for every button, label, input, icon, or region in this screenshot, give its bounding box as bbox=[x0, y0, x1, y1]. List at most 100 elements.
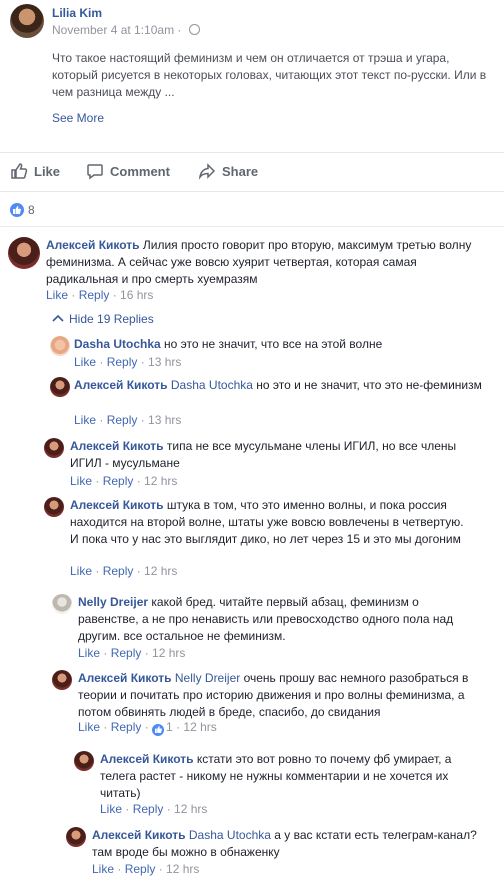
commenter-avatar[interactable] bbox=[50, 377, 70, 397]
comment: Nelly Dreijer какой бред. читайте первый… bbox=[52, 594, 492, 666]
comment-body: Алексей Кикоть Dasha Utochka но это и не… bbox=[74, 377, 484, 394]
comment-reply-link[interactable]: Reply bbox=[79, 288, 110, 302]
commenter-avatar[interactable] bbox=[74, 751, 94, 771]
commenter-name[interactable]: Алексей Кикоть bbox=[70, 498, 164, 512]
see-more-link[interactable]: See More bbox=[52, 111, 104, 125]
comment-reply-link[interactable]: Reply bbox=[107, 355, 138, 369]
reactions-count: 8 bbox=[28, 203, 35, 217]
commenter-avatar[interactable] bbox=[44, 438, 64, 458]
comment: Алексей Кикоть Dasha Utochka но это и не… bbox=[50, 377, 490, 432]
comment-body: Dasha Utochka но это не значит, что все … bbox=[74, 336, 484, 353]
comment: Алексей Кикоть кстати это вот ровно то п… bbox=[74, 751, 494, 821]
comment-time[interactable]: 12 hrs bbox=[166, 862, 199, 876]
comment-mention[interactable]: Dasha Utochka bbox=[189, 828, 271, 842]
post-header: Lilia Kim November 4 at 1:10am · bbox=[10, 4, 490, 44]
comment-reply-link[interactable]: Reply bbox=[103, 474, 134, 488]
commenter-avatar[interactable] bbox=[50, 336, 70, 356]
divider bbox=[0, 226, 504, 227]
comment-like-link[interactable]: Like bbox=[74, 413, 96, 427]
commenter-name[interactable]: Алексей Кикоть bbox=[46, 238, 140, 252]
comment-time[interactable]: 16 hrs bbox=[120, 288, 153, 302]
commenter-name[interactable]: Алексей Кикоть bbox=[70, 439, 164, 453]
comment-like-link[interactable]: Like bbox=[92, 862, 114, 876]
comment-reply-link[interactable]: Reply bbox=[111, 646, 142, 660]
globe-icon bbox=[188, 24, 200, 35]
comment: Алексей Кикоть Лилия просто говорит про … bbox=[8, 237, 498, 307]
commenter-name[interactable]: Алексей Кикоть bbox=[78, 671, 172, 685]
commenter-avatar[interactable] bbox=[52, 670, 72, 690]
comment-footer: Like · Reply · 12 hrs bbox=[78, 646, 186, 660]
comment-time[interactable]: 12 hrs bbox=[144, 474, 177, 488]
comment-like-link[interactable]: Like bbox=[78, 720, 100, 734]
hide-replies-label: Hide 19 Replies bbox=[69, 312, 154, 326]
comment-like-link[interactable]: Like bbox=[100, 802, 122, 816]
comment-like-link[interactable]: Like bbox=[74, 355, 96, 369]
comment-icon bbox=[87, 164, 103, 180]
like-button[interactable]: Like bbox=[10, 162, 60, 180]
comment-body: Алексей Кикоть типа не все мусульмане чл… bbox=[70, 438, 480, 472]
comment-reply-link[interactable]: Reply bbox=[103, 564, 134, 578]
comment-footer: Like · Reply · 16 hrs bbox=[46, 288, 154, 302]
comment-body: Алексей Кикоть Nelly Dreijer очень прошу… bbox=[78, 670, 478, 721]
comment-button[interactable]: Comment bbox=[86, 162, 170, 180]
comment-like-link[interactable]: Like bbox=[70, 474, 92, 488]
post-text: Что такое настоящий феминизм и чем он от… bbox=[52, 51, 487, 99]
commenter-avatar[interactable] bbox=[66, 827, 86, 847]
like-reaction-icon bbox=[152, 723, 165, 736]
share-button-label: Share bbox=[222, 163, 259, 179]
comment-time[interactable]: 12 hrs bbox=[152, 646, 185, 660]
comment-text: но это не значит, что все на этой волне bbox=[164, 337, 383, 351]
post-meta: November 4 at 1:10am · bbox=[52, 23, 200, 37]
comment-like-count[interactable]: 1 bbox=[166, 720, 173, 734]
comment-body: Алексей Кикоть Лилия просто говорит про … bbox=[46, 237, 486, 288]
comment-button-label: Comment bbox=[110, 163, 170, 179]
like-reaction-icon bbox=[10, 203, 24, 217]
comment-reply-link[interactable]: Reply bbox=[111, 720, 142, 734]
author-avatar[interactable] bbox=[10, 4, 44, 38]
comment-body: Nelly Dreijer какой бред. читайте первый… bbox=[78, 594, 473, 645]
comment-footer: Like · Reply · 1 · 12 hrs bbox=[78, 720, 217, 736]
share-button[interactable]: Share bbox=[198, 162, 258, 180]
chevron-up-icon bbox=[52, 314, 64, 322]
comment-text: но это и не значит, что это не-феминизм bbox=[256, 378, 482, 392]
comment-time[interactable]: 13 hrs bbox=[148, 355, 181, 369]
share-icon bbox=[198, 163, 216, 180]
comment-footer: Like · Reply · 12 hrs bbox=[100, 802, 208, 816]
commenter-name[interactable]: Dasha Utochka bbox=[74, 337, 161, 351]
comment-time[interactable]: 13 hrs bbox=[148, 413, 181, 427]
commenter-name[interactable]: Алексей Кикоть bbox=[74, 378, 168, 392]
comment: Алексей Кикоть типа не все мусульмане чл… bbox=[44, 438, 494, 490]
comment-footer: Like · Reply · 12 hrs bbox=[70, 474, 178, 488]
comment-reply-link[interactable]: Reply bbox=[133, 802, 164, 816]
comment-body: Алексей Кикоть штука в том, что это имен… bbox=[70, 497, 475, 548]
comment-time[interactable]: 12 hrs bbox=[174, 802, 207, 816]
comment-mention[interactable]: Dasha Utochka bbox=[171, 378, 253, 392]
comment: Алексей Кикоть Dasha Utochka а у вас кст… bbox=[66, 827, 486, 881]
comment-footer: Like · Reply · 12 hrs bbox=[92, 862, 200, 876]
post-timestamp[interactable]: November 4 at 1:10am bbox=[52, 23, 174, 37]
comment: Алексей Кикоть Nelly Dreijer очень прошу… bbox=[52, 670, 492, 740]
commenter-name[interactable]: Алексей Кикоть bbox=[100, 752, 194, 766]
comment-reply-link[interactable]: Reply bbox=[107, 413, 138, 427]
comment-like-link[interactable]: Like bbox=[70, 564, 92, 578]
reactions-summary[interactable]: 8 bbox=[10, 203, 35, 217]
commenter-name[interactable]: Алексей Кикоть bbox=[92, 828, 186, 842]
comment-footer: Like · Reply · 12 hrs bbox=[70, 564, 178, 578]
comment-time[interactable]: 12 hrs bbox=[144, 564, 177, 578]
comment: Dasha Utochka но это не значит, что все … bbox=[50, 336, 490, 376]
thumbs-up-icon bbox=[11, 163, 28, 179]
commenter-avatar[interactable] bbox=[8, 237, 40, 269]
comment-mention[interactable]: Nelly Dreijer bbox=[175, 671, 240, 685]
comment-body: Алексей Кикоть кстати это вот ровно то п… bbox=[100, 751, 470, 802]
commenter-name[interactable]: Nelly Dreijer bbox=[78, 595, 148, 609]
hide-replies-toggle[interactable]: Hide 19 Replies bbox=[52, 312, 154, 326]
comment-footer: Like · Reply · 13 hrs bbox=[74, 355, 182, 369]
comment-reply-link[interactable]: Reply bbox=[125, 862, 156, 876]
comment-time[interactable]: 12 hrs bbox=[183, 720, 216, 734]
comment-like-link[interactable]: Like bbox=[78, 646, 100, 660]
post-author[interactable]: Lilia Kim bbox=[52, 6, 102, 20]
post-action-bar: Like Comment Share bbox=[0, 152, 504, 192]
commenter-avatar[interactable] bbox=[52, 594, 72, 614]
comment-like-link[interactable]: Like bbox=[46, 288, 68, 302]
commenter-avatar[interactable] bbox=[44, 497, 64, 517]
